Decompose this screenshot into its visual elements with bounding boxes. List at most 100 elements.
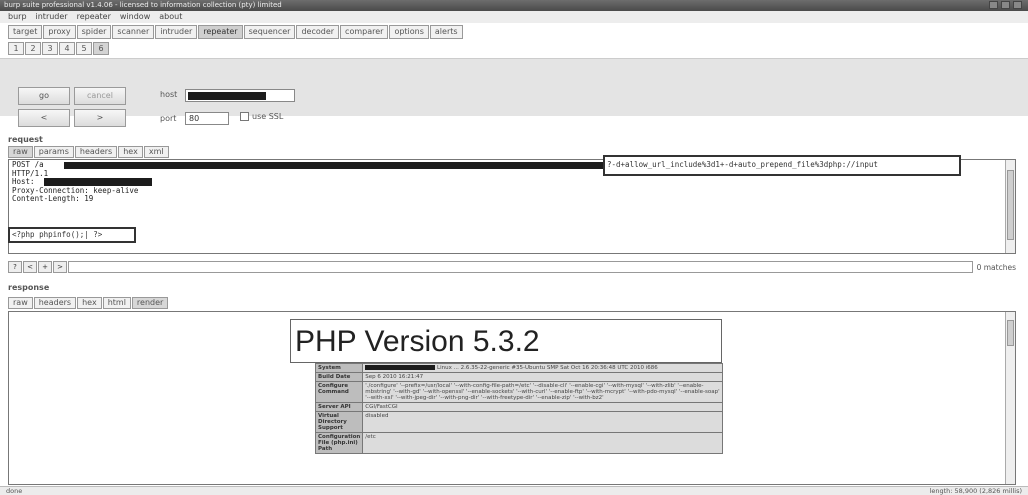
repeater-tab-2[interactable]: 2 [25, 42, 41, 55]
table-key: Configure Command [314, 381, 364, 403]
search-bar: ? < + > 0 matches [8, 260, 1016, 274]
response-tab-html[interactable]: html [102, 297, 131, 309]
tab-decoder[interactable]: decoder [296, 25, 340, 39]
response-tab-render[interactable]: render [131, 297, 169, 309]
close-icon[interactable] [1013, 1, 1022, 9]
request-tab-raw[interactable]: raw [8, 146, 33, 158]
status-text: done [6, 487, 23, 495]
table-row: System Linux ... 2.6.35-22-generic #35-U… [314, 363, 723, 373]
next-button[interactable]: > [74, 109, 126, 127]
table-row: Configuration File (php.ini) Path /etc [314, 432, 723, 454]
table-key: Server API [314, 402, 364, 412]
port-input[interactable]: 80 [185, 112, 229, 125]
path-redaction [64, 162, 604, 169]
window-title: burp suite professional v1.4.06 - licens… [4, 1, 282, 9]
phpinfo-table: System Linux ... 2.6.35-22-generic #35-U… [314, 363, 723, 454]
table-row: Configure Command './configure' '--prefi… [314, 381, 723, 403]
tab-spider[interactable]: spider [76, 25, 112, 39]
search-prev-button[interactable]: < [23, 261, 37, 273]
use-ssl-label: use SSL [252, 112, 284, 121]
php-version-title: PHP Version 5.3.2 [290, 319, 722, 363]
repeater-tab-1[interactable]: 1 [8, 42, 24, 55]
request-section-label: request [8, 135, 43, 144]
request-tab-headers[interactable]: headers [74, 146, 118, 158]
table-value: Sep 6 2010 16:21:47 [362, 372, 723, 382]
checkbox-icon[interactable] [240, 112, 249, 121]
search-help-button[interactable]: ? [8, 261, 22, 273]
system-redaction [365, 365, 436, 370]
tab-alerts[interactable]: alerts [429, 25, 463, 39]
menu-burp[interactable]: burp [8, 11, 27, 23]
request-path-start: a [39, 160, 44, 169]
request-scrollbar[interactable] [1005, 160, 1015, 253]
menu-about[interactable]: about [159, 11, 182, 23]
table-row: Build Date Sep 6 2010 16:21:47 [314, 372, 723, 382]
table-key: Build Date [314, 372, 364, 382]
response-section-label: response [8, 283, 50, 292]
host-label: host [160, 90, 178, 99]
search-add-button[interactable]: + [38, 261, 52, 273]
window-titlebar: burp suite professional v1.4.06 - licens… [0, 0, 1028, 11]
response-length: length: 58,900 (2,826 millis) [929, 487, 1022, 495]
menu-repeater[interactable]: repeater [77, 11, 111, 23]
tab-intruder[interactable]: intruder [155, 25, 198, 39]
table-value: './configure' '--prefix=/usr/local' '--w… [362, 381, 723, 403]
request-tab-params[interactable]: params [33, 146, 74, 158]
request-method-path: POST / [12, 160, 40, 169]
content-length-header: Content-Length: 19 [12, 194, 94, 204]
tab-proxy[interactable]: proxy [43, 25, 76, 39]
menu-bar: burp intruder repeater window about [0, 11, 1028, 23]
table-value: Linux ... 2.6.35-22-generic #35-Ubuntu S… [362, 363, 723, 373]
request-tab-xml[interactable]: xml [143, 146, 169, 158]
query-string-highlight: ?-d+allow_url_include%3d1+-d+auto_prepen… [603, 155, 961, 176]
response-tabs: raw headers hex html render [8, 297, 169, 309]
tab-sequencer[interactable]: sequencer [243, 25, 296, 39]
host-input[interactable] [185, 89, 295, 102]
main-tabs: target proxy spider scanner intruder rep… [8, 25, 463, 39]
response-scrollbar[interactable] [1005, 312, 1015, 484]
maximize-icon[interactable] [1001, 1, 1010, 9]
search-next-button[interactable]: > [53, 261, 67, 273]
repeater-tab-3[interactable]: 3 [42, 42, 58, 55]
response-tab-headers[interactable]: headers [33, 297, 77, 309]
request-tabs: raw params headers hex xml [8, 146, 169, 158]
host-header-redaction [44, 178, 152, 187]
host-header-line: Host: [12, 177, 1012, 187]
response-tab-hex[interactable]: hex [77, 297, 102, 309]
window-controls [989, 1, 1022, 9]
status-bar: done length: 58,900 (2,826 millis) [0, 486, 1028, 495]
repeater-tab-4[interactable]: 4 [59, 42, 75, 55]
proxy-connection-header: Proxy-Connection: keep-alive [12, 185, 139, 195]
phpinfo-output: PHP Version 5.3.2 System Linux ... 2.6.3… [290, 319, 723, 454]
table-key: System [314, 363, 364, 373]
request-scroll-thumb[interactable] [1007, 170, 1014, 240]
tab-repeater[interactable]: repeater [198, 25, 243, 39]
repeater-tab-6[interactable]: 6 [93, 42, 109, 55]
response-scroll-thumb[interactable] [1007, 320, 1014, 346]
previous-button[interactable]: < [18, 109, 70, 127]
table-value: CGI/FastCGI [362, 402, 723, 412]
go-button[interactable]: go [18, 87, 70, 105]
response-tab-raw[interactable]: raw [8, 297, 33, 309]
repeater-tab-5[interactable]: 5 [76, 42, 92, 55]
tab-target[interactable]: target [8, 25, 43, 39]
table-value: /etc [362, 432, 723, 454]
use-ssl-checkbox[interactable]: use SSL [240, 112, 283, 121]
menu-intruder[interactable]: intruder [36, 11, 68, 23]
control-panel [0, 58, 1028, 116]
tab-options[interactable]: options [389, 25, 429, 39]
tab-scanner[interactable]: scanner [112, 25, 155, 39]
port-label: port [160, 114, 177, 123]
table-key: Virtual Directory Support [314, 411, 364, 433]
table-value: disabled [362, 411, 723, 433]
table-row: Server API CGI/FastCGI [314, 402, 723, 412]
minimize-icon[interactable] [989, 1, 998, 9]
request-tab-hex[interactable]: hex [118, 146, 143, 158]
search-input[interactable] [68, 261, 973, 273]
tab-comparer[interactable]: comparer [340, 25, 389, 39]
menu-window[interactable]: window [120, 11, 150, 23]
cancel-button[interactable]: cancel [74, 87, 126, 105]
table-key: Configuration File (php.ini) Path [314, 432, 364, 454]
match-count: 0 matches [976, 262, 1016, 272]
host-redaction [188, 92, 266, 100]
